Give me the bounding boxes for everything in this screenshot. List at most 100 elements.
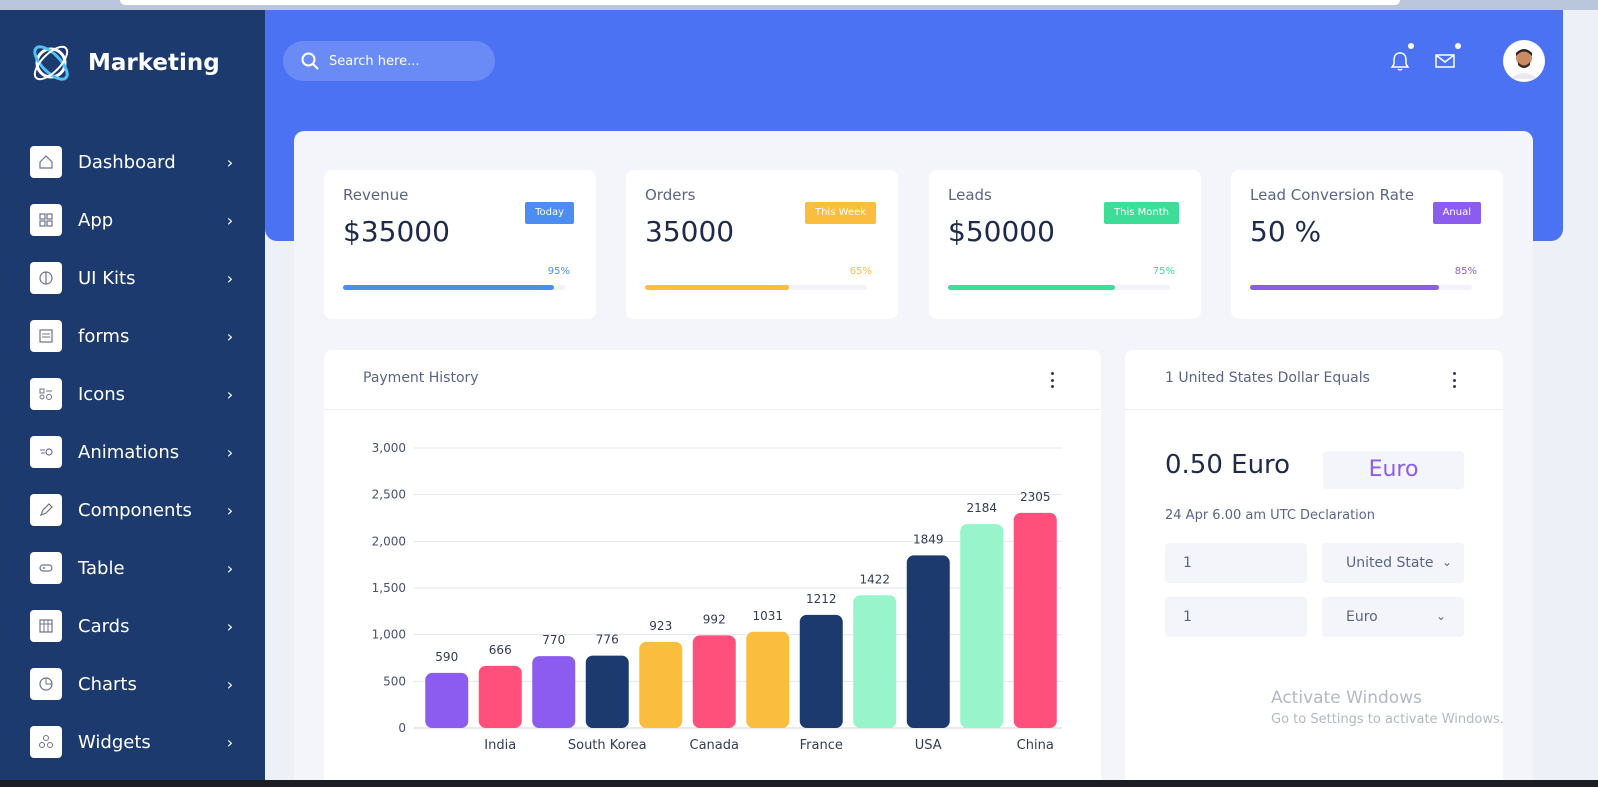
stat-card-leads: Leads $50000 This Month 75% [929,170,1201,319]
palette-icon [30,262,62,294]
icons-icon [30,378,62,410]
to-currency-value: Euro [1346,609,1378,625]
from-currency-value: United State [1346,555,1434,571]
progress-track [1250,285,1472,290]
sidebar-item-table[interactable]: Table › [30,539,240,597]
bar [639,641,683,728]
sidebar-item-app[interactable]: App › [30,191,240,249]
watermark-subtitle: Go to Settings to activate Windows. [1271,712,1504,727]
period-badge[interactable]: Today [525,202,574,224]
progress-percent: 65% [849,266,872,277]
bar-value-label: 2305 [1020,490,1051,504]
stat-value: $50000 [948,215,1055,248]
sidebar-item-dashboard[interactable]: Dashboard › [30,133,240,191]
home-icon [30,146,62,178]
bar-value-label: 2184 [966,501,997,515]
stat-value: $35000 [343,215,450,248]
progress-percent: 85% [1454,266,1477,277]
x-tick-label: South Korea [568,738,647,753]
bar [746,631,790,728]
search-icon [301,52,319,70]
pen-icon [30,494,62,526]
sidebar-item-label: Table [78,557,125,579]
y-tick-label: 500 [383,674,406,688]
brand-logo-icon [33,45,69,81]
windows-activation-watermark: Activate Windows Go to Settings to activ… [1271,688,1504,727]
chevron-right-icon: › [226,268,234,288]
to-amount-field[interactable] [1165,597,1307,637]
sidebar-item-icons[interactable]: Icons › [30,365,240,423]
address-bar [120,0,1400,5]
sidebar-item-components[interactable]: Components › [30,481,240,539]
to-currency-select[interactable]: Euro ⌄ [1322,597,1464,637]
progress-fill [645,285,790,290]
bar [585,655,629,728]
from-amount-input[interactable] [1183,555,1283,571]
bar [478,665,522,728]
bar-value-label: 770 [542,633,565,647]
sidebar-item-label: forms [78,325,130,347]
period-badge[interactable]: This Month [1104,202,1179,224]
stat-title: Revenue [343,186,409,204]
bar [960,524,1004,728]
message-dot [1455,43,1461,49]
sidebar-item-animations[interactable]: Animations › [30,423,240,481]
grid-icon [30,204,62,236]
search-box[interactable] [283,41,495,81]
progress-fill [1250,285,1439,290]
chevron-right-icon: › [226,384,234,404]
sidebar-item-label: UI Kits [78,267,136,289]
taskbar [0,780,1598,787]
from-amount-field[interactable] [1165,543,1307,583]
sidebar-item-label: Charts [78,673,137,695]
bar-value-label: 1212 [806,592,837,606]
sidebar-item-ui-kits[interactable]: UI Kits › [30,249,240,307]
x-tick-label: France [800,738,843,753]
bell-icon[interactable] [1389,50,1411,72]
chevron-right-icon: › [226,558,234,578]
conversion-value: 0.50 Euro [1165,450,1291,480]
y-tick-label: 3,000 [372,441,406,455]
stat-card-revenue: Revenue $35000 Today 95% [324,170,596,319]
stat-value: 35000 [645,215,735,248]
brand-name: Marketing [88,50,220,76]
sidebar-item-label: App [78,209,114,231]
stat-value: 50 % [1250,215,1322,248]
bar [799,614,843,728]
sidebar-item-widgets[interactable]: Widgets › [30,713,240,771]
period-badge[interactable]: Anual [1432,202,1481,224]
card-header: 1 United States Dollar Equals [1125,350,1503,410]
more-options-icon[interactable] [1451,372,1457,388]
search-input[interactable] [329,53,479,69]
conversion-currency: Euro [1323,451,1464,489]
notification-dot [1408,43,1414,49]
sidebar-item-charts[interactable]: Charts › [30,655,240,713]
brand[interactable]: Marketing [28,40,220,86]
stat-card-lead-conversion-rate: Lead Conversion Rate 50 % Anual 85% [1231,170,1503,319]
bar [692,635,736,728]
chevron-right-icon: › [226,442,234,462]
progress-track [645,285,867,290]
x-tick-label: Canada [690,738,739,753]
bar-value-label: 590 [435,650,458,664]
avatar[interactable] [1503,40,1545,82]
mail-icon[interactable] [1434,50,1456,72]
browser-strip [0,0,1598,10]
progress-track [343,285,565,290]
period-badge[interactable]: This Week [804,202,876,224]
animation-icon [30,436,62,468]
bar [425,672,469,728]
y-tick-label: 0 [398,721,406,735]
form-icon [30,320,62,352]
sidebar-item-forms[interactable]: forms › [30,307,240,365]
from-currency-select[interactable]: United State ⌄ [1322,543,1464,583]
progress-fill [343,285,554,290]
chevron-right-icon: › [226,152,234,172]
y-tick-label: 1,000 [372,628,406,642]
y-tick-label: 2,500 [372,488,406,502]
to-amount-input[interactable] [1183,609,1283,625]
chevron-down-icon: ⌄ [1435,609,1446,623]
sidebar-item-cards[interactable]: Cards › [30,597,240,655]
chart-icon [30,668,62,700]
bar [853,595,897,728]
